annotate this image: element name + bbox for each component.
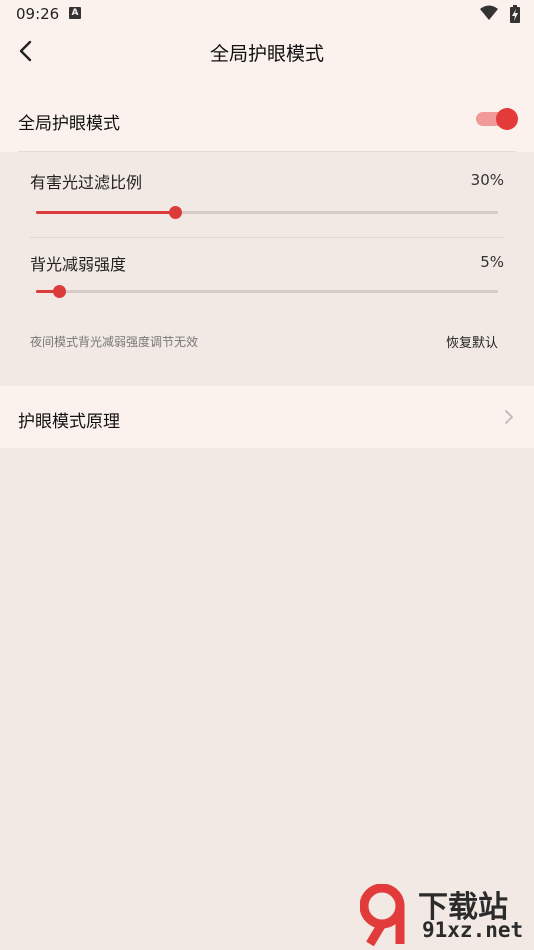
global-eye-care-toggle[interactable] [476,108,518,130]
watermark: 下载站 91xz.net [360,882,530,948]
backlight-dimming-slider[interactable] [36,283,498,299]
harmful-light-filter-slider[interactable] [36,204,498,220]
eye-care-principle-label: 护眼模式原理 [18,412,120,432]
backlight-dimming-value: 5% [480,253,504,271]
wifi-icon [480,5,498,20]
status-time: 09:26 [16,5,60,23]
divider [30,237,504,238]
slider-track [36,290,498,293]
chevron-right-icon [505,410,513,424]
status-bar: 09:26 A [0,0,534,28]
nav-bar: 全局护眼模式 [0,28,534,76]
toggle-thumb [496,108,518,130]
backlight-dimming-label: 背光减弱强度 [30,255,127,274]
eye-care-principle-row[interactable]: 护眼模式原理 [0,386,534,448]
top-surface: 09:26 A 全局护眼模式 全局护眼模式 [0,0,534,152]
slider-fill [36,211,175,214]
global-eye-care-row[interactable]: 全局护眼模式 [0,88,534,152]
slider-thumb[interactable] [168,206,182,219]
page-title: 全局护眼模式 [209,43,324,65]
adjustment-section: 有害光过滤比例 30% 背光减弱强度 5% 夜间模式背光减弱强度调节无效 恢复默… [0,152,534,386]
restore-default-button[interactable]: 恢复默认 [446,332,498,351]
harmful-light-filter-value: 30% [470,171,504,189]
harmful-light-filter-label: 有害光过滤比例 [30,173,143,192]
global-eye-care-label: 全局护眼模式 [18,114,120,134]
notification-a-icon: A [69,7,81,19]
watermark-url: 91xz.net [422,918,524,942]
status-icons [480,5,520,23]
slider-thumb[interactable] [53,285,67,298]
watermark-logo-icon [360,884,405,946]
night-mode-note: 夜间模式背光减弱强度调节无效 [30,335,199,349]
battery-charging-icon [510,5,520,23]
